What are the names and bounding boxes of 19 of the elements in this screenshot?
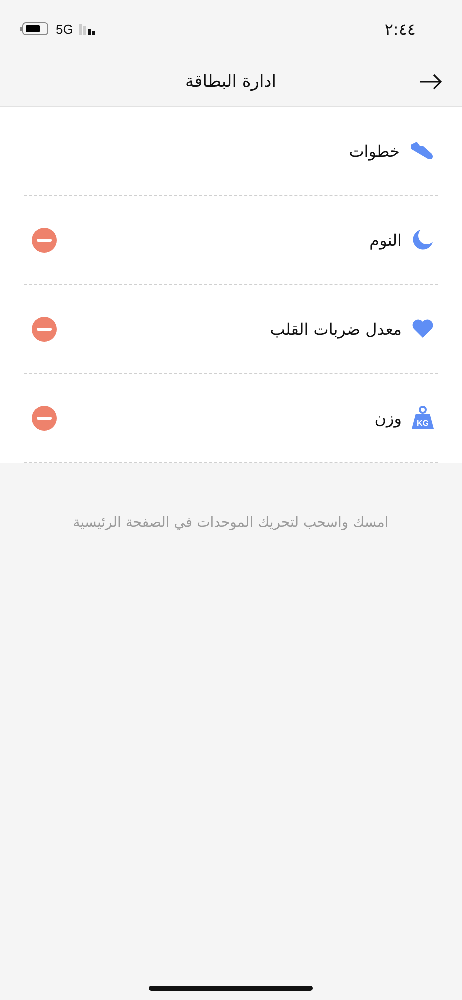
sneaker-icon <box>410 141 434 161</box>
card-label: معدل ضربات القلب <box>269 320 402 338</box>
minus-icon <box>37 238 52 242</box>
signal-icon <box>79 24 96 34</box>
moon-icon <box>412 229 434 251</box>
hint-text: امسك واسحب لتحريك الموحدات في الصفحة الرئيسية <box>72 515 390 531</box>
page-title: ادارة البطاقة <box>186 72 276 92</box>
battery-icon <box>20 22 50 36</box>
remove-button[interactable] <box>32 316 57 342</box>
network-label: 5G <box>56 22 74 36</box>
card-label: النوم <box>368 230 402 250</box>
card-label: خطوات <box>348 142 400 160</box>
card-label: وزن <box>374 408 402 428</box>
minus-icon <box>37 328 52 330</box>
remove-button[interactable] <box>32 228 57 252</box>
remove-button[interactable] <box>32 406 57 430</box>
heart-icon <box>412 319 434 339</box>
minus-icon <box>37 416 52 420</box>
status-time: ٢:٤٤ <box>384 20 416 38</box>
